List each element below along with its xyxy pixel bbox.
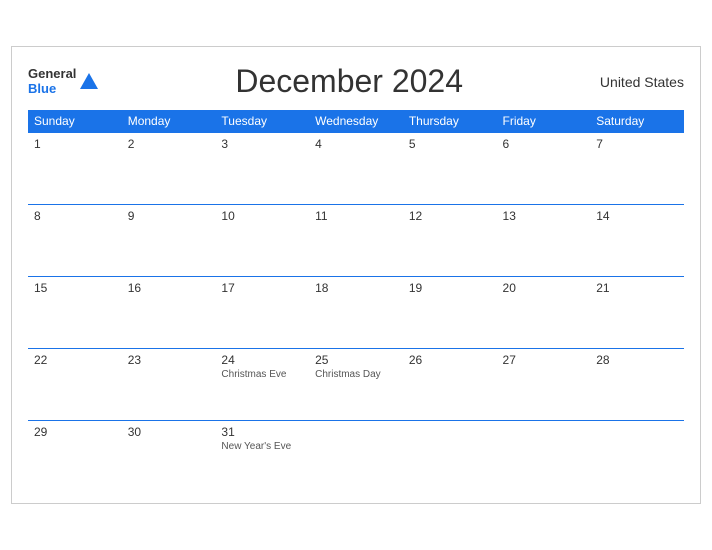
calendar-day-cell: 25 Christmas Day [309,349,403,421]
calendar-day-cell: 19 [403,277,497,349]
header-monday: Monday [122,110,216,133]
calendar-day-cell: 29 [28,421,122,493]
day-number: 28 [596,353,678,367]
day-number: 25 [315,353,397,367]
calendar-week-row: 89 10 11 12 13 14 [28,205,684,277]
day-number: 22 [34,353,116,367]
day-number: 12 [409,209,491,223]
holiday-label: Christmas Eve [221,369,303,380]
header-wednesday: Wednesday [309,110,403,133]
calendar-grid: Sunday Monday Tuesday Wednesday Thursday… [28,110,684,493]
calendar-day-cell: 15 [28,277,122,349]
logo: General Blue [28,67,98,96]
calendar-week-row: 15 16 17 18 19 20 21 [28,277,684,349]
calendar-day-cell: 12 [403,205,497,277]
calendar-day-cell: 31 New Year's Eve [215,421,309,493]
calendar-day-cell: 8 [28,205,122,277]
calendar-day-cell [590,421,684,493]
calendar-day-cell: 27 [497,349,591,421]
calendar-day-cell: 9 [122,205,216,277]
day-number: 9 [128,209,210,223]
holiday-label: New Year's Eve [221,441,303,452]
day-number: 19 [409,281,491,295]
calendar-day-cell: 18 [309,277,403,349]
calendar-week-row: 29 30 31 New Year's Eve [28,421,684,493]
calendar-day-cell: 17 [215,277,309,349]
calendar-title: December 2024 [235,63,463,100]
day-number: 17 [221,281,303,295]
logo-triangle-icon [80,73,98,89]
day-number: 2 [128,137,210,151]
calendar-day-cell: 20 [497,277,591,349]
day-number: 3 [221,137,303,151]
day-number: 26 [409,353,491,367]
calendar-header: General Blue December 2024 United States [28,63,684,100]
calendar-day-cell: 7 [590,133,684,205]
calendar-day-cell: 21 [590,277,684,349]
logo-blue-text: Blue [28,82,76,96]
day-number: 29 [34,425,116,439]
calendar-day-cell: 10 [215,205,309,277]
calendar-wrapper: General Blue December 2024 United States… [11,46,701,504]
day-number: 27 [503,353,585,367]
calendar-body: 123456789101112131415161718192021222324C… [28,133,684,493]
day-number: 16 [128,281,210,295]
calendar-day-cell: 30 [122,421,216,493]
calendar-day-cell [309,421,403,493]
holiday-label: Christmas Day [315,369,397,380]
calendar-day-cell [497,421,591,493]
day-number: 31 [221,425,303,439]
header-friday: Friday [497,110,591,133]
day-number: 14 [596,209,678,223]
weekday-header-row: Sunday Monday Tuesday Wednesday Thursday… [28,110,684,133]
header-sunday: Sunday [28,110,122,133]
calendar-week-row: 1234567 [28,133,684,205]
header-thursday: Thursday [403,110,497,133]
calendar-day-cell: 1 [28,133,122,205]
logo-text: General Blue [28,67,76,96]
calendar-day-cell: 13 [497,205,591,277]
calendar-day-cell: 22 [28,349,122,421]
day-number: 15 [34,281,116,295]
day-number: 21 [596,281,678,295]
country-label: United States [600,74,684,90]
header-saturday: Saturday [590,110,684,133]
calendar-day-cell: 16 [122,277,216,349]
day-number: 1 [34,137,116,151]
day-number: 24 [221,353,303,367]
calendar-day-cell: 23 [122,349,216,421]
calendar-day-cell: 4 [309,133,403,205]
day-number: 8 [34,209,116,223]
calendar-day-cell: 11 [309,205,403,277]
day-number: 5 [409,137,491,151]
calendar-day-cell: 3 [215,133,309,205]
calendar-day-cell: 6 [497,133,591,205]
day-number: 23 [128,353,210,367]
day-number: 11 [315,209,397,223]
day-number: 10 [221,209,303,223]
day-number: 6 [503,137,585,151]
calendar-week-row: 22 23 24 Christmas Eve 25 Christmas Day 26 27 28 [28,349,684,421]
logo-general-text: General [28,67,76,81]
day-number: 30 [128,425,210,439]
calendar-day-cell: 24 Christmas Eve [215,349,309,421]
calendar-day-cell: 5 [403,133,497,205]
calendar-day-cell [403,421,497,493]
day-number: 20 [503,281,585,295]
calendar-day-cell: 14 [590,205,684,277]
day-number: 7 [596,137,678,151]
day-number: 18 [315,281,397,295]
day-number: 13 [503,209,585,223]
calendar-day-cell: 2 [122,133,216,205]
day-number: 4 [315,137,397,151]
calendar-day-cell: 26 [403,349,497,421]
calendar-day-cell: 28 [590,349,684,421]
header-tuesday: Tuesday [215,110,309,133]
calendar-thead: Sunday Monday Tuesday Wednesday Thursday… [28,110,684,133]
